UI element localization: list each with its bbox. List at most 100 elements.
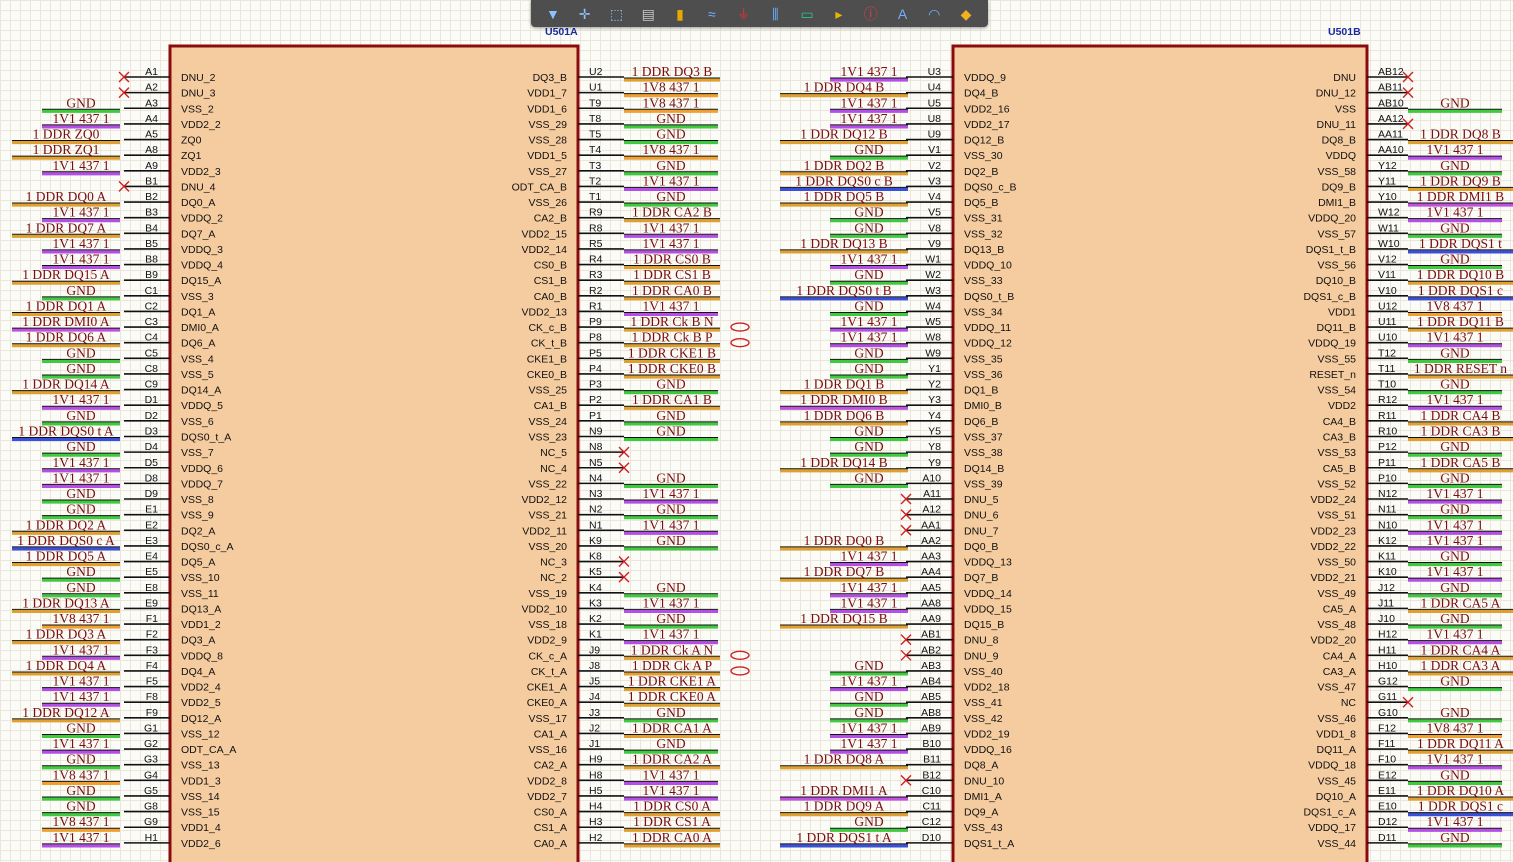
- net-label[interactable]: 1 DDR CKE0 B: [628, 361, 716, 376]
- net-label[interactable]: 1 DDR Ck B N: [630, 314, 714, 329]
- net-label[interactable]: GND: [854, 142, 883, 157]
- net-label[interactable]: GND: [656, 158, 685, 173]
- net-label[interactable]: GND: [854, 298, 883, 313]
- net-label[interactable]: GND: [854, 220, 883, 235]
- net-label[interactable]: 1 DDR CKE1 B: [628, 345, 716, 360]
- net-label[interactable]: GND: [66, 580, 95, 595]
- net-label[interactable]: GND: [66, 502, 95, 517]
- net-label[interactable]: GND: [854, 658, 883, 673]
- net-label[interactable]: 1V1 437 1: [1427, 627, 1484, 642]
- net-label[interactable]: 1 DDR DQ0 B: [804, 533, 885, 548]
- net-label[interactable]: GND: [1440, 470, 1469, 485]
- net-label[interactable]: 1 DDR DMI0 B: [800, 392, 887, 407]
- net-label[interactable]: 1V8 437 1: [643, 80, 700, 95]
- net-label[interactable]: 1V8 437 1: [643, 142, 700, 157]
- net-label[interactable]: 1V1 437 1: [53, 158, 110, 173]
- net-label[interactable]: 1V1 437 1: [53, 736, 110, 751]
- net-label[interactable]: 1 DDR CA2 A: [632, 752, 712, 767]
- net-label[interactable]: GND: [656, 423, 685, 438]
- bus-icon[interactable]: ⫼: [764, 3, 786, 25]
- net-label[interactable]: GND: [1440, 611, 1469, 626]
- net-label[interactable]: 1V1 437 1: [1427, 752, 1484, 767]
- net-label[interactable]: 1 DDR DQ1 A: [26, 298, 107, 313]
- net-label[interactable]: GND: [66, 783, 95, 798]
- net-label[interactable]: 1 DDR CS1 B: [633, 267, 711, 282]
- net-label[interactable]: GND: [1440, 767, 1469, 782]
- net-label[interactable]: GND: [66, 345, 95, 360]
- net-label[interactable]: GND: [66, 95, 95, 110]
- net-label[interactable]: 1V1 437 1: [643, 298, 700, 313]
- net-label[interactable]: 1V1 437 1: [643, 220, 700, 235]
- net-label[interactable]: 1V1 437 1: [53, 205, 110, 220]
- net-label[interactable]: 1 DDR DQ10 A: [1417, 783, 1505, 798]
- net-label[interactable]: GND: [1440, 580, 1469, 595]
- net-label[interactable]: 1 DDR DQS0 c A: [17, 533, 115, 548]
- net-label[interactable]: 1 DDR DQ5 A: [26, 549, 107, 564]
- net-label[interactable]: 1V1 437 1: [841, 736, 898, 751]
- net-label[interactable]: 1V1 437 1: [643, 783, 700, 798]
- net-label[interactable]: GND: [854, 345, 883, 360]
- net-label[interactable]: 1 DDR DQ8 B: [1420, 127, 1501, 142]
- net-label[interactable]: 1 DDR DQS1 c: [1418, 283, 1503, 298]
- net-label[interactable]: 1 DDR DQ4 A: [26, 658, 107, 673]
- net-label[interactable]: 1 DDR CA3 B: [1421, 423, 1501, 438]
- net-label[interactable]: GND: [66, 564, 95, 579]
- select-rect-icon[interactable]: ⬚: [605, 3, 627, 25]
- net-label[interactable]: GND: [854, 705, 883, 720]
- part-body-u501a[interactable]: [168, 44, 580, 862]
- net-label[interactable]: 1V8 437 1: [53, 767, 110, 782]
- net-label[interactable]: 1 DDR CKE1 A: [628, 674, 716, 689]
- net-label[interactable]: 1 DDR DQ15 B: [800, 611, 887, 626]
- net-label[interactable]: 1V1 437 1: [1427, 486, 1484, 501]
- net-label[interactable]: 1V1 437 1: [643, 236, 700, 251]
- net-label[interactable]: 1 DDR CA2 B: [632, 205, 712, 220]
- directive-icon[interactable]: ◆: [955, 3, 977, 25]
- wire-icon[interactable]: ≈: [701, 3, 723, 25]
- net-label[interactable]: 1V1 437 1: [53, 236, 110, 251]
- net-label[interactable]: 1 DDR DQ3 A: [26, 627, 107, 642]
- net-label[interactable]: GND: [854, 267, 883, 282]
- net-label[interactable]: 1V1 437 1: [643, 173, 700, 188]
- net-label[interactable]: 1 DDR DQ2 A: [26, 517, 107, 532]
- net-label[interactable]: GND: [1440, 95, 1469, 110]
- net-label[interactable]: GND: [1440, 674, 1469, 689]
- net-label[interactable]: GND: [656, 580, 685, 595]
- net-label[interactable]: GND: [66, 799, 95, 814]
- net-label[interactable]: 1 DDR DQ13 B: [800, 236, 887, 251]
- schematic-sheet[interactable]: U501AA1 DNU_2A2 DNU_3A3 VSS_2GNDA4 VDD2_21V1…: [0, 0, 1513, 862]
- net-label[interactable]: GND: [66, 408, 95, 423]
- net-label[interactable]: 1 DDR DQ12 A: [22, 705, 110, 720]
- net-label[interactable]: 1 DDR DQ5 B: [804, 189, 885, 204]
- net-label[interactable]: GND: [656, 111, 685, 126]
- net-label[interactable]: 1 DDR DQ2 B: [804, 158, 885, 173]
- net-label[interactable]: GND: [656, 705, 685, 720]
- net-label[interactable]: 1 DDR ZQ1: [33, 142, 100, 157]
- net-label[interactable]: 1 DDR ZQ0: [33, 127, 100, 142]
- net-label[interactable]: GND: [1440, 377, 1469, 392]
- net-label[interactable]: 1V8 437 1: [53, 814, 110, 829]
- net-label[interactable]: GND: [1440, 549, 1469, 564]
- net-label[interactable]: 1V1 437 1: [841, 595, 898, 610]
- net-label[interactable]: GND: [854, 814, 883, 829]
- net-label[interactable]: GND: [854, 439, 883, 454]
- net-label[interactable]: 1V8 437 1: [1427, 298, 1484, 313]
- net-label[interactable]: 1 DDR DQ14 B: [800, 455, 887, 470]
- net-label[interactable]: 1 DDR DMI1 B: [1417, 189, 1504, 204]
- net-label[interactable]: 1 DDR CS0 B: [633, 252, 711, 267]
- net-label[interactable]: 1 DDR DQS1 c: [1418, 799, 1503, 814]
- net-label[interactable]: GND: [854, 205, 883, 220]
- net-label[interactable]: 1V1 437 1: [1427, 205, 1484, 220]
- net-label[interactable]: GND: [1440, 158, 1469, 173]
- net-label[interactable]: 1V1 437 1: [841, 580, 898, 595]
- net-label[interactable]: 1V1 437 1: [1427, 564, 1484, 579]
- net-label[interactable]: 1V1 437 1: [1427, 330, 1484, 345]
- net-label[interactable]: GND: [1440, 220, 1469, 235]
- net-label[interactable]: 1 DDR CA0 A: [632, 830, 712, 845]
- net-label[interactable]: GND: [1440, 830, 1469, 845]
- net-label[interactable]: 1 DDR DQ6 A: [26, 330, 107, 345]
- net-label[interactable]: GND: [656, 408, 685, 423]
- net-label[interactable]: 1 DDR DQ11 A: [1417, 736, 1504, 751]
- net-label[interactable]: 1V1 437 1: [841, 95, 898, 110]
- net-label[interactable]: 1 DDR DQ11 B: [1417, 314, 1504, 329]
- net-label[interactable]: 1V1 437 1: [53, 455, 110, 470]
